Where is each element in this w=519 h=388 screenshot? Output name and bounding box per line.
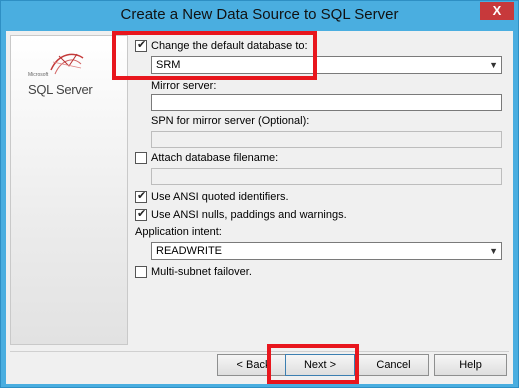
mirror-server-input[interactable] (151, 94, 502, 111)
chevron-down-icon: ▼ (489, 60, 498, 70)
attach-db-checkbox[interactable] (135, 152, 147, 164)
spn-label: SPN for mirror server (Optional): (151, 115, 310, 127)
app-intent-select[interactable]: READWRITE ▼ (151, 242, 502, 260)
multi-subnet-checkbox[interactable] (135, 266, 147, 278)
chevron-down-icon: ▼ (489, 246, 498, 256)
ansi-nulls-label: Use ANSI nulls, paddings and warnings. (151, 209, 347, 221)
close-button[interactable]: X (480, 2, 514, 20)
app-intent-value: READWRITE (156, 245, 222, 257)
title-bar[interactable]: Create a New Data Source to SQL Server X (1, 1, 518, 31)
spn-input[interactable] (151, 131, 502, 148)
attach-db-input[interactable] (151, 168, 502, 185)
ansi-quoted-row: Use ANSI quoted identifiers. (135, 189, 289, 203)
ansi-nulls-checkbox[interactable] (135, 207, 147, 221)
help-button[interactable]: Help (434, 354, 507, 376)
multi-subnet-row: Multi-subnet failover. (135, 266, 252, 278)
multi-subnet-label: Multi-subnet failover. (151, 266, 252, 278)
app-intent-label: Application intent: (135, 226, 222, 238)
ansi-quoted-checkbox[interactable] (135, 189, 147, 203)
highlight-box-default-db (112, 31, 317, 80)
dialog-window: Create a New Data Source to SQL Server X… (0, 0, 519, 388)
spn-row: SPN for mirror server (Optional): (151, 115, 309, 127)
mirror-server-row: Mirror server: (151, 80, 216, 92)
button-divider (10, 351, 509, 352)
ansi-nulls-row: Use ANSI nulls, paddings and warnings. (135, 207, 347, 221)
window-title: Create a New Data Source to SQL Server (120, 6, 399, 23)
cancel-button[interactable]: Cancel (358, 354, 429, 376)
dialog-client-area: Microsoft SQL Server Change the default … (6, 31, 513, 384)
attach-db-label: Attach database filename: (151, 152, 279, 164)
highlight-box-next-button (267, 344, 359, 384)
ansi-quoted-label: Use ANSI quoted identifiers. (151, 191, 289, 203)
attach-db-row: Attach database filename: (135, 152, 278, 164)
app-intent-row: Application intent: (135, 226, 222, 238)
close-icon: X (492, 3, 502, 18)
mirror-server-label: Mirror server: (151, 80, 217, 92)
